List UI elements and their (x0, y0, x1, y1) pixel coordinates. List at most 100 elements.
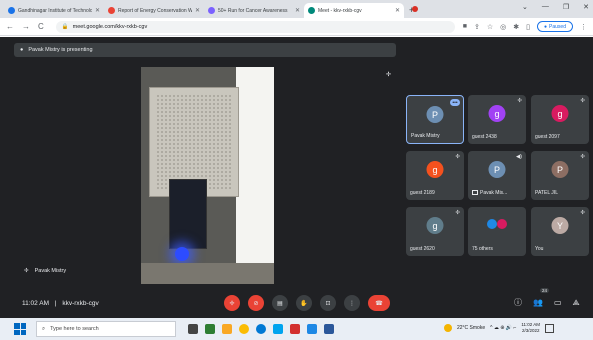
profile-label: Paused (549, 23, 566, 30)
meeting-code: kkv-rxkb-cgv (62, 300, 99, 307)
tab-favicon-icon (308, 7, 315, 14)
menu-icon[interactable]: ⋮ (580, 23, 587, 31)
chrome-icon[interactable] (239, 324, 249, 334)
meeting-controls-bar: 11:02 AM | kkv-rxkb-cgv ✢ ⊘ ▤ ✋ ⊡ ⋮ ☎ ⓘ … (0, 288, 593, 317)
tray-icons[interactable]: ^ ☁ ⊕ 🔊 ⌐ (490, 325, 516, 331)
star-icon[interactable]: ☆ (487, 23, 493, 31)
avatar: ● (544, 23, 548, 30)
sidepanel-icon[interactable]: ▯ (526, 23, 530, 31)
store-icon[interactable] (273, 324, 283, 334)
more-options-icon[interactable]: ••• (450, 99, 460, 106)
taskbar-search[interactable]: ⌕ Type here to search (36, 321, 176, 337)
people-icon[interactable]: 👥 (533, 298, 543, 307)
tab-favicon-icon (8, 7, 15, 14)
share-icon[interactable]: ⇪ (474, 23, 480, 31)
participant-tile[interactable]: ✢ g guest 2189 (406, 151, 464, 200)
self-tile[interactable]: ✢ Y You (531, 207, 589, 256)
presenting-banner: ● Pavak Mistry is presenting (14, 43, 396, 57)
app-icon[interactable] (290, 324, 300, 334)
raise-hand-button[interactable]: ✋ (296, 295, 312, 311)
pin-icon[interactable]: ✢ (386, 71, 391, 78)
avatar: g (426, 161, 444, 178)
lock-icon: 🔒 (61, 23, 69, 30)
chat-icon[interactable]: ▭ (554, 298, 562, 307)
minimize-button[interactable]: — (542, 3, 549, 11)
maximize-button[interactable]: ❐ (563, 3, 569, 11)
mic-off-icon: ✢ (580, 154, 585, 160)
search-icon: ⌕ (42, 325, 46, 332)
taskbar-apps (188, 324, 334, 334)
app-icon[interactable] (307, 324, 317, 334)
toolbar-icons: ■ ⇪ ☆ ◎ ✱ ▯ ● Paused ⋮ (463, 21, 587, 32)
close-tab-icon[interactable]: ✕ (195, 7, 200, 14)
word-icon[interactable] (324, 324, 334, 334)
camera-toggle-button[interactable]: ⊘ (248, 295, 264, 311)
end-call-button[interactable]: ☎ (368, 295, 390, 311)
task-view-icon[interactable] (188, 324, 198, 334)
participant-name: You (535, 246, 544, 252)
mic-off-icon: ✢ (24, 268, 29, 274)
participant-name: guest 2189 (410, 190, 435, 196)
meeting-info: 11:02 AM | kkv-rxkb-cgv (22, 300, 99, 307)
recording-indicator-icon (412, 6, 418, 12)
search-placeholder: Type here to search (50, 326, 99, 332)
avatar: P (551, 161, 569, 178)
tab-favicon-icon (208, 7, 215, 14)
others-tile[interactable]: 75 others (468, 207, 526, 256)
tab-favicon-icon (108, 7, 115, 14)
url-text: meet.google.com/kkv-rxkb-cgv (72, 23, 148, 30)
close-tab-icon[interactable]: ✕ (295, 7, 300, 14)
reload-icon[interactable]: C (38, 22, 44, 31)
chevron-down-icon[interactable]: ⌄ (522, 3, 528, 11)
browser-tab-report[interactable]: Report of Energy Conservation W ✕ (104, 3, 204, 18)
browser-tab-strip: Gandhinagar Institute of Technology ✕ Re… (0, 0, 593, 18)
call-controls: ✢ ⊘ ▤ ✋ ⊡ ⋮ ☎ (224, 295, 390, 311)
mic-off-icon: ✢ (455, 210, 460, 216)
participant-tile[interactable]: ✢ g guest 2097 (531, 95, 589, 144)
participant-tile[interactable]: ✢ g guest 2438 (468, 95, 526, 144)
puzzle-icon[interactable]: ✱ (513, 23, 519, 31)
avatar: Y (551, 217, 569, 234)
system-tray: 22°C Smoke ^ ☁ ⊕ 🔊 ⌐ 11:02 AM 2/3/2022 (444, 322, 555, 334)
extension-icon[interactable]: ◎ (500, 23, 506, 31)
file-explorer-icon[interactable] (222, 324, 232, 334)
speaker-icon: ◀) (515, 154, 522, 160)
mic-toggle-button[interactable]: ✢ (224, 295, 240, 311)
browser-tab-git[interactable]: Gandhinagar Institute of Technology ✕ (4, 3, 104, 18)
participant-tile[interactable]: ••• P Pavak Mistry (406, 95, 464, 144)
participant-tile[interactable]: ◀) P Pavak Mis... (468, 151, 526, 200)
app-icon[interactable] (205, 324, 215, 334)
back-arrow-icon[interactable]: ← (6, 22, 14, 31)
avatar: g (551, 105, 569, 122)
participant-name: guest 2438 (472, 134, 497, 140)
address-bar[interactable]: 🔒 meet.google.com/kkv-rxkb-cgv (55, 20, 455, 33)
edge-icon[interactable] (256, 324, 266, 334)
close-tab-icon[interactable]: ✕ (95, 7, 100, 14)
captions-button[interactable]: ▤ (272, 295, 288, 311)
windows-start-icon[interactable] (14, 323, 26, 335)
avatar: P (426, 106, 444, 123)
participant-name: PATEL JIL (535, 190, 558, 196)
close-window-button[interactable]: ✕ (583, 3, 589, 11)
participant-tile[interactable]: ✢ g guest 2620 (406, 207, 464, 256)
participant-tile[interactable]: ✢ P PATEL JIL (531, 151, 589, 200)
taskbar-clock[interactable]: 11:02 AM 2/3/2022 (521, 322, 540, 334)
participant-name-row: Pavak Mis... (472, 190, 507, 196)
laptop-screen-image (236, 67, 274, 284)
others-avatars (487, 219, 507, 229)
activities-icon[interactable]: ⟁ (573, 298, 580, 308)
tab-title: 50+ Run for Cancer Awareness (218, 7, 288, 14)
profile-button[interactable]: ● Paused (537, 21, 573, 32)
window-controls: ⌄ — ❐ ✕ (522, 3, 589, 11)
forward-arrow-icon[interactable]: → (22, 22, 30, 31)
avatar: g (488, 105, 506, 122)
browser-tab-run[interactable]: 50+ Run for Cancer Awareness ✕ (204, 3, 304, 18)
close-tab-icon[interactable]: ✕ (395, 7, 400, 14)
browser-tab-meet[interactable]: Meet - kkv-rxkb-cgv ✕ (304, 3, 404, 18)
notification-icon[interactable] (545, 323, 555, 333)
present-button[interactable]: ⊡ (320, 295, 336, 311)
blue-led-glow (175, 247, 189, 261)
info-icon[interactable]: ⓘ (514, 297, 522, 308)
camera-icon[interactable]: ■ (463, 23, 467, 30)
more-options-button[interactable]: ⋮ (344, 295, 360, 311)
